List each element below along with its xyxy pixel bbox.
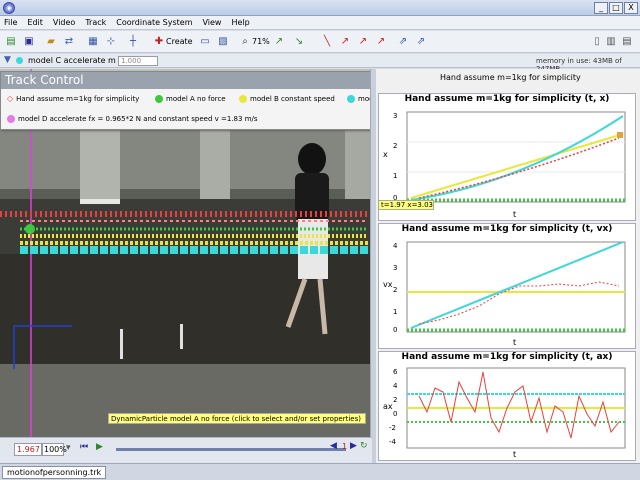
model-b-dot-icon [239,95,247,103]
plot-ax-chart [406,367,626,449]
refresh-icon[interactable]: ▥ [604,35,618,49]
ytick: 3 [393,264,398,272]
file-tab[interactable]: motionofpersonning.trk [2,466,107,479]
model-a-dot-icon [155,95,163,103]
toolbar: ▤ ▣ ▰ ⇄ ▦ ⊹ ┼ ✚ Create ▭ ▧ ⌕ 71% ↗ ↘ ╲ ↗… [0,31,640,53]
ytick: -4 [389,438,396,446]
mass-label: m [108,56,116,65]
tape-icon[interactable]: ┼ [126,35,140,49]
x-axis-label: t [513,338,517,347]
layout-icon[interactable]: ▤ [620,35,634,49]
y-axis-label: ax [383,402,393,411]
ytick: 2 [393,142,398,150]
reset-icon[interactable]: ⏮ [80,442,88,452]
playback-controls: 1.967 100% ▾ ⏮ ▶ ◀ 1 ▶ ↻ [0,437,372,463]
title-bar: ◉ _ □ X [0,0,640,16]
track-item-hand[interactable]: ◇ Hand assume m=1kg for simplicity [7,94,139,104]
plot-panel: Hand assume m=1kg for simplicity Hand as… [376,69,640,463]
timeline-slider[interactable] [116,448,346,451]
ytick: 0 [393,410,398,418]
frame-time-field[interactable]: 1.967 [14,443,42,456]
step-forward-icon[interactable]: ▶ [350,441,357,451]
open-icon[interactable]: ▤ [4,35,18,49]
ytick: -2 [389,424,396,432]
info-icon[interactable]: ▭ [198,35,212,49]
menu-file[interactable]: File [4,18,17,27]
trail-icon[interactable]: ↗ [272,35,286,49]
x-axis-label: t [513,210,517,219]
step-back-icon[interactable]: ◀ [330,441,337,451]
axes-icon[interactable]: ⊹ [104,35,118,49]
path-icon[interactable]: ╲ [320,35,334,49]
status-bar: motionofpersonning.trk [0,463,640,480]
save-icon[interactable]: ▣ [22,35,36,49]
zoom-field[interactable]: 100% [42,443,67,456]
app-icon: ◉ [3,2,15,14]
menu-edit[interactable]: Edit [27,18,43,27]
acceleration-icon[interactable]: ↗ [356,35,370,49]
selected-track-name[interactable]: model C accelerate [28,56,106,65]
ytick: 1 [393,172,398,180]
close-window-button[interactable]: X [624,2,638,14]
plot-vx-chart [406,241,626,333]
track-item-model-b[interactable]: model B constant speed [239,94,335,104]
model-d-dot-icon [7,115,15,123]
open-video-icon[interactable]: ▰ [44,35,58,49]
plot-panel-header: Hand assume m=1kg for simplicity [440,73,581,82]
zoom-dropdown-icon[interactable]: ▾ [66,443,71,453]
ytick: 6 [393,368,398,376]
track-item-label: model D accelerate fx = 0.965*2 N and co… [18,115,258,123]
plot-vx[interactable]: Hand assume m=1kg for simplicity (t, vx)… [378,223,636,349]
stroboscope-icon[interactable]: ⇗ [396,35,410,49]
trail-length-icon[interactable]: ↘ [292,35,306,49]
notes-icon[interactable]: ▯ [590,35,604,49]
menu-coordinate-system[interactable]: Coordinate System [116,18,192,27]
create-button[interactable]: Create [166,35,193,49]
ytick: 4 [393,382,398,390]
minimize-button[interactable]: _ [594,2,608,14]
track-item-label: model A no force [166,95,226,103]
ytick: 3 [393,112,398,120]
maximize-button[interactable]: □ [609,2,623,14]
clip-settings-icon[interactable]: ▦ [86,35,100,49]
menu-bar: File Edit Video Track Coordinate System … [0,16,640,30]
zoom-label[interactable]: 71% [252,35,270,49]
track-item-model-a[interactable]: model A no force [155,94,226,104]
fixed-icon[interactable]: ⇗ [414,35,428,49]
track-item-model-d[interactable]: model D accelerate fx = 0.965*2 N and co… [7,114,258,124]
velocity-icon[interactable]: ↗ [338,35,352,49]
loop-icon[interactable]: ↻ [360,441,368,451]
step-size[interactable]: 1 [342,442,347,451]
play-icon[interactable]: ▶ [96,442,103,452]
export-icon[interactable]: ⇄ [62,35,76,49]
track-dropdown-icon[interactable]: ▼ [4,55,11,65]
model-c-dot-icon [347,95,355,103]
ytick: 1 [393,308,398,316]
plot-ax[interactable]: Hand assume m=1kg for simplicity (t, ax)… [378,351,636,461]
ytick: 4 [393,242,398,250]
menu-help[interactable]: Help [231,18,249,27]
y-axis-label: vx [383,280,393,289]
ytick: 0 [393,326,398,334]
x-axis-label: t [513,450,517,459]
menu-video[interactable]: Video [53,18,75,27]
ytick: 2 [393,396,398,404]
vector-sum-icon[interactable]: ↗ [374,35,388,49]
diamond-icon: ◇ [7,94,14,103]
track-color-dot [16,57,23,66]
mass-field[interactable]: 1.000 [118,56,158,66]
menu-view[interactable]: View [202,18,221,27]
ytick: 2 [393,286,398,294]
track-item-label: model B constant speed [250,95,335,103]
readout-label: t=1.97 x=3.03 [378,200,434,210]
track-bar: ▼ model C accelerate m 1.000 memory in u… [0,54,640,73]
calibration-icon[interactable]: ▧ [216,35,230,49]
menu-track[interactable]: Track [85,18,106,27]
y-axis-label: x [383,150,388,159]
create-icon[interactable]: ✚ [152,35,166,49]
zoom-icon[interactable]: ⌕ [238,35,252,49]
track-item-label: Hand assume m=1kg for simplicity [16,95,140,103]
dynamic-particle-label[interactable]: DynamicParticle model A no force (click … [108,413,366,424]
